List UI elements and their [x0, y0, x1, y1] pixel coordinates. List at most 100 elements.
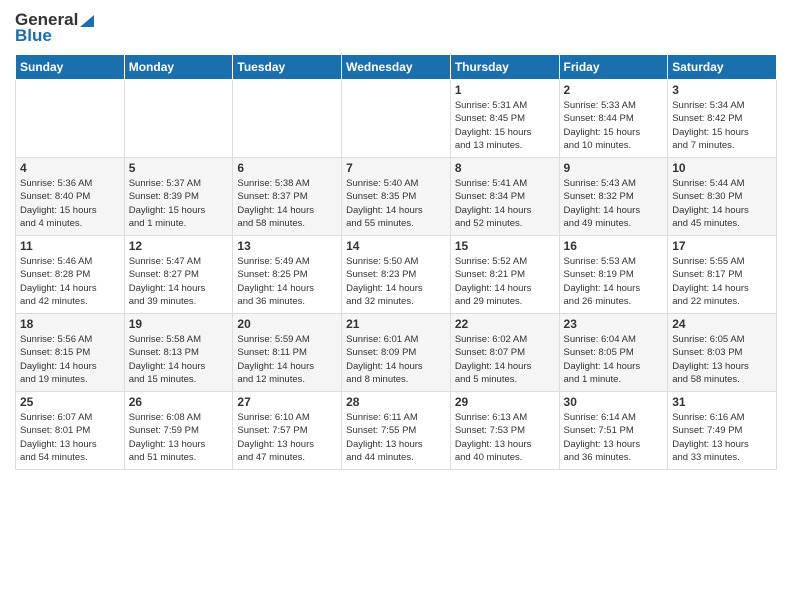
weekday-header-wednesday: Wednesday	[342, 55, 451, 80]
calendar-cell: 9 Sunrise: 5:43 AMSunset: 8:32 PMDaylight…	[559, 158, 668, 236]
day-info: Sunrise: 5:47 AMSunset: 8:27 PMDaylight:…	[129, 255, 229, 308]
calendar-cell: 28 Sunrise: 6:11 AMSunset: 7:55 PMDayligh…	[342, 392, 451, 470]
calendar-cell	[124, 80, 233, 158]
day-info: Sunrise: 5:58 AMSunset: 8:13 PMDaylight:…	[129, 333, 229, 386]
day-number: 11	[20, 239, 120, 253]
day-number: 1	[455, 83, 555, 97]
day-info: Sunrise: 6:08 AMSunset: 7:59 PMDaylight:…	[129, 411, 229, 464]
day-number: 28	[346, 395, 446, 409]
weekday-header-friday: Friday	[559, 55, 668, 80]
day-number: 9	[564, 161, 664, 175]
day-number: 23	[564, 317, 664, 331]
day-info: Sunrise: 5:50 AMSunset: 8:23 PMDaylight:…	[346, 255, 446, 308]
calendar-cell: 10 Sunrise: 5:44 AMSunset: 8:30 PMDayligh…	[668, 158, 777, 236]
calendar-cell: 21Sunrise: 6:01 AMSunset: 8:09 PMDayligh…	[342, 314, 451, 392]
calendar-cell	[233, 80, 342, 158]
calendar-cell: 19 Sunrise: 5:58 AMSunset: 8:13 PMDayligh…	[124, 314, 233, 392]
day-number: 10	[672, 161, 772, 175]
calendar-cell: 22Sunrise: 6:02 AMSunset: 8:07 PMDayligh…	[450, 314, 559, 392]
day-number: 17	[672, 239, 772, 253]
day-number: 7	[346, 161, 446, 175]
calendar-cell: 15 Sunrise: 5:52 AMSunset: 8:21 PMDayligh…	[450, 236, 559, 314]
weekday-header-tuesday: Tuesday	[233, 55, 342, 80]
calendar-cell: 29Sunrise: 6:13 AMSunset: 7:53 PMDayligh…	[450, 392, 559, 470]
day-number: 8	[455, 161, 555, 175]
calendar-cell: 1 Sunrise: 5:31 AMSunset: 8:45 PMDaylight…	[450, 80, 559, 158]
calendar-cell: 16 Sunrise: 5:53 AMSunset: 8:19 PMDayligh…	[559, 236, 668, 314]
day-info: Sunrise: 6:10 AMSunset: 7:57 PMDaylight:…	[237, 411, 337, 464]
day-info: Sunrise: 6:11 AMSunset: 7:55 PMDaylight:…	[346, 411, 446, 464]
calendar-cell	[342, 80, 451, 158]
calendar-table: SundayMondayTuesdayWednesdayThursdayFrid…	[15, 54, 777, 470]
calendar-cell: 26 Sunrise: 6:08 AMSunset: 7:59 PMDayligh…	[124, 392, 233, 470]
calendar-week-2: 4Sunrise: 5:36 AMSunset: 8:40 PMDaylight…	[16, 158, 777, 236]
calendar-cell: 8 Sunrise: 5:41 AMSunset: 8:34 PMDaylight…	[450, 158, 559, 236]
day-number: 15	[455, 239, 555, 253]
day-number: 3	[672, 83, 772, 97]
calendar-cell	[16, 80, 125, 158]
day-info: Sunrise: 6:05 AMSunset: 8:03 PMDaylight:…	[672, 333, 772, 386]
calendar-week-1: 1 Sunrise: 5:31 AMSunset: 8:45 PMDaylight…	[16, 80, 777, 158]
day-info: Sunrise: 5:43 AMSunset: 8:32 PMDaylight:…	[564, 177, 664, 230]
calendar-cell: 27 Sunrise: 6:10 AMSunset: 7:57 PMDayligh…	[233, 392, 342, 470]
day-number: 4	[20, 161, 120, 175]
day-info: Sunrise: 5:40 AMSunset: 8:35 PMDaylight:…	[346, 177, 446, 230]
calendar-cell: 2 Sunrise: 5:33 AMSunset: 8:44 PMDaylight…	[559, 80, 668, 158]
day-number: 26	[129, 395, 229, 409]
weekday-header-thursday: Thursday	[450, 55, 559, 80]
calendar-cell: 5 Sunrise: 5:37 AMSunset: 8:39 PMDaylight…	[124, 158, 233, 236]
day-info: Sunrise: 5:33 AMSunset: 8:44 PMDaylight:…	[564, 99, 664, 152]
day-number: 21	[346, 317, 446, 331]
calendar-cell: 23 Sunrise: 6:04 AMSunset: 8:05 PMDayligh…	[559, 314, 668, 392]
day-info: Sunrise: 5:52 AMSunset: 8:21 PMDaylight:…	[455, 255, 555, 308]
day-number: 30	[564, 395, 664, 409]
day-info: Sunrise: 5:38 AMSunset: 8:37 PMDaylight:…	[237, 177, 337, 230]
calendar-cell: 14 Sunrise: 5:50 AMSunset: 8:23 PMDayligh…	[342, 236, 451, 314]
calendar-cell: 31 Sunrise: 6:16 AMSunset: 7:49 PMDayligh…	[668, 392, 777, 470]
day-number: 19	[129, 317, 229, 331]
logo-icon	[78, 11, 96, 29]
day-info: Sunrise: 6:14 AMSunset: 7:51 PMDaylight:…	[564, 411, 664, 464]
day-number: 31	[672, 395, 772, 409]
calendar-cell: 25Sunrise: 6:07 AMSunset: 8:01 PMDayligh…	[16, 392, 125, 470]
day-info: Sunrise: 5:31 AMSunset: 8:45 PMDaylight:…	[455, 99, 555, 152]
calendar-week-4: 18Sunrise: 5:56 AMSunset: 8:15 PMDayligh…	[16, 314, 777, 392]
weekday-header-sunday: Sunday	[16, 55, 125, 80]
day-info: Sunrise: 6:07 AMSunset: 8:01 PMDaylight:…	[20, 411, 120, 464]
day-number: 24	[672, 317, 772, 331]
header: General Blue	[15, 10, 777, 46]
calendar-cell: 30 Sunrise: 6:14 AMSunset: 7:51 PMDayligh…	[559, 392, 668, 470]
calendar-header-row: SundayMondayTuesdayWednesdayThursdayFrid…	[16, 55, 777, 80]
day-number: 22	[455, 317, 555, 331]
day-number: 29	[455, 395, 555, 409]
logo: General Blue	[15, 10, 96, 46]
day-number: 18	[20, 317, 120, 331]
calendar-cell: 3Sunrise: 5:34 AMSunset: 8:42 PMDaylight…	[668, 80, 777, 158]
calendar-week-5: 25Sunrise: 6:07 AMSunset: 8:01 PMDayligh…	[16, 392, 777, 470]
day-number: 13	[237, 239, 337, 253]
logo-blue: Blue	[15, 26, 52, 46]
day-info: Sunrise: 5:41 AMSunset: 8:34 PMDaylight:…	[455, 177, 555, 230]
calendar-cell: 13Sunrise: 5:49 AMSunset: 8:25 PMDayligh…	[233, 236, 342, 314]
calendar-week-3: 11Sunrise: 5:46 AMSunset: 8:28 PMDayligh…	[16, 236, 777, 314]
calendar-cell: 11Sunrise: 5:46 AMSunset: 8:28 PMDayligh…	[16, 236, 125, 314]
day-info: Sunrise: 6:04 AMSunset: 8:05 PMDaylight:…	[564, 333, 664, 386]
day-info: Sunrise: 5:53 AMSunset: 8:19 PMDaylight:…	[564, 255, 664, 308]
day-info: Sunrise: 5:55 AMSunset: 8:17 PMDaylight:…	[672, 255, 772, 308]
calendar-cell: 18Sunrise: 5:56 AMSunset: 8:15 PMDayligh…	[16, 314, 125, 392]
day-number: 12	[129, 239, 229, 253]
day-info: Sunrise: 5:37 AMSunset: 8:39 PMDaylight:…	[129, 177, 229, 230]
day-number: 14	[346, 239, 446, 253]
calendar-cell: 4Sunrise: 5:36 AMSunset: 8:40 PMDaylight…	[16, 158, 125, 236]
weekday-header-monday: Monday	[124, 55, 233, 80]
weekday-header-saturday: Saturday	[668, 55, 777, 80]
day-number: 27	[237, 395, 337, 409]
calendar-cell: 17 Sunrise: 5:55 AMSunset: 8:17 PMDayligh…	[668, 236, 777, 314]
calendar-cell: 20Sunrise: 5:59 AMSunset: 8:11 PMDayligh…	[233, 314, 342, 392]
day-number: 2	[564, 83, 664, 97]
day-number: 16	[564, 239, 664, 253]
day-info: Sunrise: 5:44 AMSunset: 8:30 PMDaylight:…	[672, 177, 772, 230]
day-number: 5	[129, 161, 229, 175]
day-info: Sunrise: 6:16 AMSunset: 7:49 PMDaylight:…	[672, 411, 772, 464]
day-info: Sunrise: 5:59 AMSunset: 8:11 PMDaylight:…	[237, 333, 337, 386]
